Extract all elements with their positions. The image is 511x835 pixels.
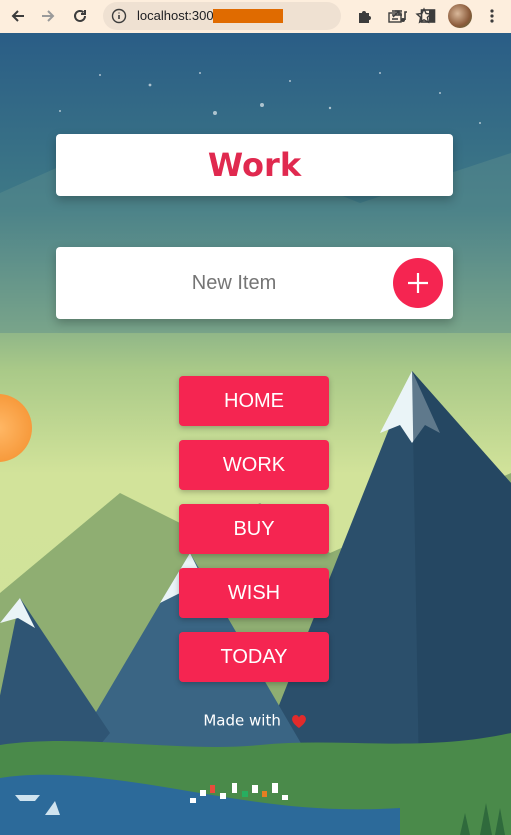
address-bar[interactable]: localhost:3000/work xyxy=(103,2,433,30)
forward-arrow-icon[interactable] xyxy=(34,2,62,30)
heart-icon xyxy=(291,714,306,728)
kebab-menu-icon[interactable] xyxy=(478,2,506,30)
footer-text: Made with xyxy=(203,711,281,730)
title-card: Work xyxy=(56,134,453,196)
footer: Made with xyxy=(0,711,511,730)
nav-work-button[interactable]: WORK xyxy=(179,440,329,490)
page-title: Work xyxy=(207,146,302,184)
add-item-button[interactable] xyxy=(393,258,443,308)
reload-icon[interactable] xyxy=(66,2,94,30)
back-arrow-icon[interactable] xyxy=(4,2,32,30)
browser-toolbar: localhost:3000/work xyxy=(0,0,511,33)
redaction-mark xyxy=(213,9,283,23)
nav-wish-button[interactable]: WISH xyxy=(179,568,329,618)
info-icon[interactable] xyxy=(111,8,127,24)
extensions-puzzle-icon[interactable] xyxy=(351,2,379,30)
new-item-input[interactable] xyxy=(56,247,396,319)
media-control-icon[interactable] xyxy=(385,2,413,30)
nav-buy-button[interactable]: BUY xyxy=(179,504,329,554)
nav-home-button[interactable]: HOME xyxy=(179,376,329,426)
plus-icon xyxy=(408,273,428,293)
profile-avatar[interactable] xyxy=(448,4,472,28)
nav-today-button[interactable]: TODAY xyxy=(179,632,329,682)
new-item-form xyxy=(56,247,453,319)
side-panel-icon[interactable] xyxy=(414,2,442,30)
mountain-background: Work HOME WORK BUY WISH TODAY Made with xyxy=(0,33,511,835)
